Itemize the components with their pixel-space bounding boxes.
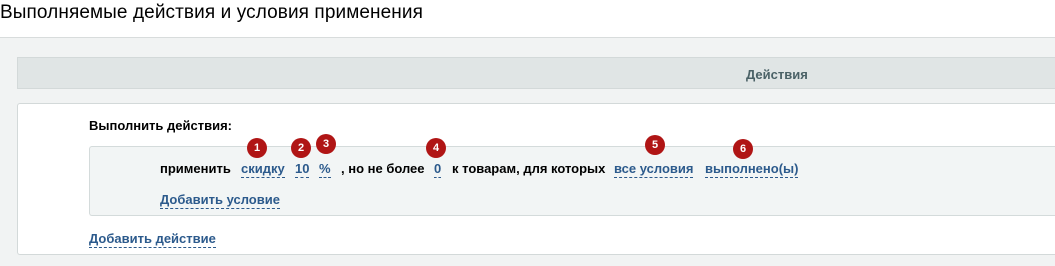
badge-4: 4 — [426, 138, 446, 158]
discount-value-link[interactable]: 10 — [295, 161, 310, 178]
max-value-link[interactable]: 0 — [434, 161, 442, 178]
condition-state-link[interactable]: выполнено(ы) — [705, 161, 799, 178]
section-header-label: Действия — [746, 67, 808, 82]
section-header: Действия — [17, 57, 1055, 89]
badge-1: 1 — [247, 138, 267, 158]
discount-type-link[interactable]: скидку — [241, 161, 285, 178]
add-condition-link[interactable]: Добавить условие — [160, 192, 280, 209]
badge-2: 2 — [291, 138, 311, 158]
apply-text: применить — [160, 161, 231, 176]
for-goods-text: к товарам, для которых — [452, 161, 606, 176]
add-action-link[interactable]: Добавить действие — [89, 231, 216, 248]
page-title: Выполняемые действия и условия применени… — [0, 2, 423, 23]
execute-actions-label: Выполнить действия: — [89, 118, 232, 133]
badge-3: 3 — [316, 134, 336, 154]
badge-6: 6 — [733, 139, 753, 159]
condition-mode-link[interactable]: все условия — [614, 161, 694, 178]
discount-unit-link[interactable]: % — [319, 161, 331, 178]
badge-5: 5 — [645, 135, 665, 155]
but-not-more-text: , но не более — [341, 161, 425, 176]
